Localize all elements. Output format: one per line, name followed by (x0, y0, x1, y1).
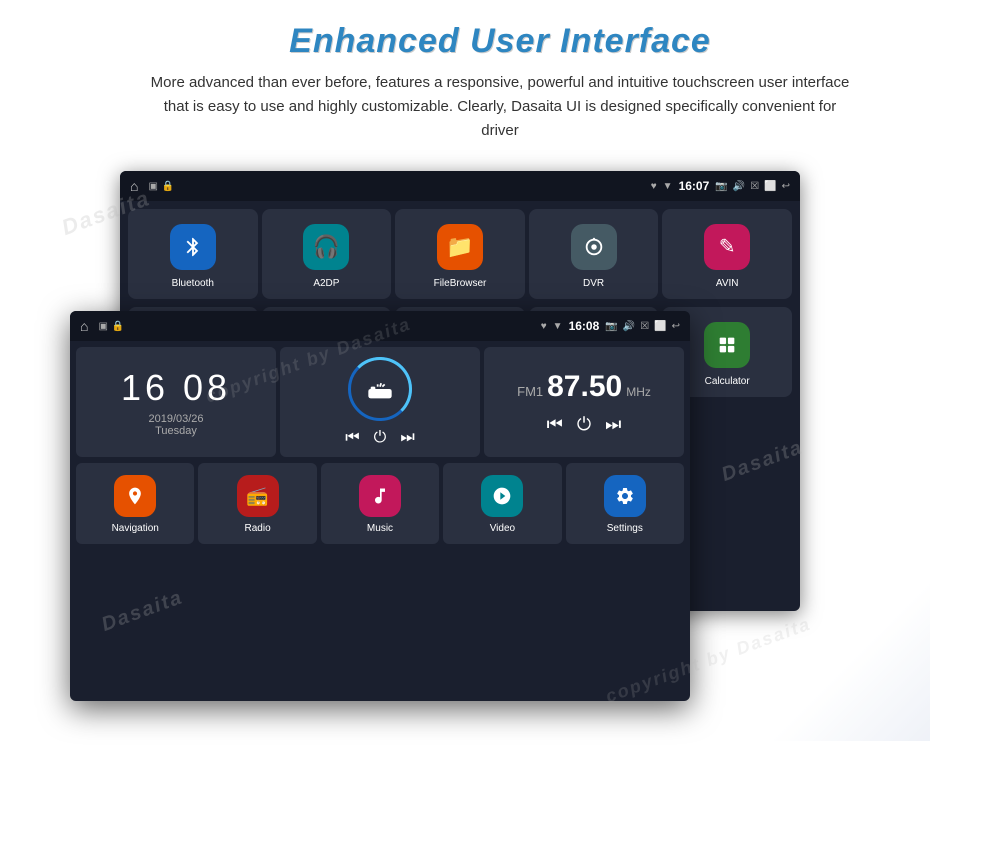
date-display: 2019/03/26 (148, 413, 203, 425)
filebrowser-label: FileBrowser (434, 278, 487, 289)
app-radio[interactable]: 📻 Radio (198, 463, 316, 544)
app-bluetooth[interactable]: Bluetooth (128, 209, 258, 299)
filebrowser-icon: 📁 (437, 224, 483, 270)
a2dp-icon: 🎧 (303, 224, 349, 270)
music-label: Music (367, 523, 393, 534)
day-display: Tuesday (155, 425, 197, 437)
front-top-widgets: 16 08 2019/03/26 Tuesday (70, 341, 690, 460)
status-time-back: 16:07 (679, 179, 710, 193)
navigation-icon (114, 475, 156, 517)
status-icons-back: ▣ 🔒 (148, 181, 174, 192)
fm-frequency: 87.50 (547, 370, 622, 404)
right-icons-back: 📷 🔊 ☒ ⬜ ↩ (715, 181, 790, 192)
fm-label: FM1 (517, 384, 543, 399)
calculator-icon (704, 322, 750, 368)
fm-widget: FM1 87.50 MHz ⏮ ⏻ ⏭ (484, 347, 684, 457)
screen-front: ⌂ ▣ 🔒 ♥ ▼ 16:08 📷 🔊 ☒ ⬜ ↩ (70, 311, 690, 701)
camera-icon-back: 📷 (715, 181, 727, 192)
window-icon-back: ⬜ (764, 181, 776, 192)
right-icons-front: 📷 🔊 ☒ ⬜ ↩ (605, 321, 680, 332)
app-navigation[interactable]: Navigation (76, 463, 194, 544)
status-bar-back: ⌂ ▣ 🔒 ♥ ▼ 16:07 📷 🔊 ☒ ⬜ ↩ (120, 171, 800, 201)
dvr-label: DVR (583, 278, 604, 289)
radio-label: Radio (245, 523, 271, 534)
bluetooth-icon (170, 224, 216, 270)
fm-controls: ⏮ ⏻ ⏭ (547, 414, 622, 435)
location-icon-front: ♥ (541, 321, 547, 332)
app-filebrowser[interactable]: 📁 FileBrowser (395, 209, 525, 299)
home-icon-front[interactable]: ⌂ (80, 318, 88, 334)
fm-next-icon[interactable]: ⏭ (605, 414, 621, 435)
next-track-icon[interactable]: ⏭ (400, 429, 414, 447)
window-icon-front: ⬜ (654, 321, 666, 332)
a2dp-label: A2DP (313, 278, 339, 289)
close-icon-front: ☒ (640, 321, 649, 332)
calculator-label: Calculator (705, 376, 750, 387)
dvr-icon (571, 224, 617, 270)
signal-icon: ▣ (148, 181, 157, 192)
wifi-icon: ▼ (663, 181, 673, 192)
prev-track-icon[interactable]: ⏮ (345, 429, 359, 447)
volume-icon-front: 🔊 (623, 321, 635, 332)
power-icon[interactable]: ⏻ (374, 429, 387, 447)
status-bar-front: ⌂ ▣ 🔒 ♥ ▼ 16:08 📷 🔊 ☒ ⬜ ↩ (70, 311, 690, 341)
video-icon (481, 475, 523, 517)
location-icon: ♥ (651, 181, 657, 192)
wifi-icon-front: ▼ (553, 321, 563, 332)
back-icon-back: ↩ (782, 181, 790, 192)
radio-controls: ⏮ ⏻ ⏭ (345, 429, 414, 447)
radio-circle (348, 357, 412, 421)
fm-power-icon[interactable]: ⏻ (577, 414, 591, 435)
time-widget: 16 08 2019/03/26 Tuesday (76, 347, 276, 457)
header: Enhanced User Interface More advanced th… (0, 0, 1000, 153)
app-video[interactable]: Video (443, 463, 561, 544)
app-grid-row1: Bluetooth 🎧 A2DP 📁 FileBrowser (120, 201, 800, 307)
app-avin[interactable]: ✎ AVIN (662, 209, 792, 299)
music-icon (359, 475, 401, 517)
clock-display: 16 08 (121, 367, 231, 409)
navigation-label: Navigation (112, 523, 159, 534)
bluetooth-label: Bluetooth (172, 278, 214, 289)
volume-icon-back: 🔊 (733, 181, 745, 192)
screens-area: ⌂ ▣ 🔒 ♥ ▼ 16:07 📷 🔊 ☒ ⬜ ↩ (70, 171, 930, 741)
radio-icon (366, 375, 394, 403)
radio-app-icon: 📻 (237, 475, 279, 517)
signal-icon-front: ▣ (98, 321, 107, 332)
avin-icon: ✎ (704, 224, 750, 270)
app-settings[interactable]: Settings (566, 463, 684, 544)
status-icons-front: ▣ 🔒 (98, 321, 124, 332)
settings-label: Settings (607, 523, 643, 534)
front-bottom-apps: Navigation 📻 Radio Music (70, 460, 690, 550)
header-description: More advanced than ever before, features… (120, 71, 880, 143)
back-icon-front: ↩ (672, 321, 680, 332)
app-music[interactable]: Music (321, 463, 439, 544)
fm-unit: MHz (626, 385, 651, 399)
fm-prev-icon[interactable]: ⏮ (547, 414, 563, 435)
page-wrapper: Dasaita copyright by Dasaita Dasaita cop… (0, 0, 1000, 867)
lock-icon: 🔒 (162, 181, 174, 192)
app-dvr[interactable]: DVR (529, 209, 659, 299)
lock-icon-front: 🔒 (112, 321, 124, 332)
app-a2dp[interactable]: 🎧 A2DP (262, 209, 392, 299)
video-label: Video (490, 523, 515, 534)
status-time-front: 16:08 (569, 319, 600, 333)
radio-widget: ⏮ ⏻ ⏭ (280, 347, 480, 457)
fm-frequency-display: FM1 87.50 MHz (517, 370, 651, 404)
camera-icon-front: 📷 (605, 321, 617, 332)
avin-label: AVIN (716, 278, 739, 289)
home-icon-back[interactable]: ⌂ (130, 178, 138, 194)
settings-icon (604, 475, 646, 517)
close-icon-back: ☒ (750, 181, 759, 192)
page-title: Enhanced User Interface (0, 22, 1000, 61)
